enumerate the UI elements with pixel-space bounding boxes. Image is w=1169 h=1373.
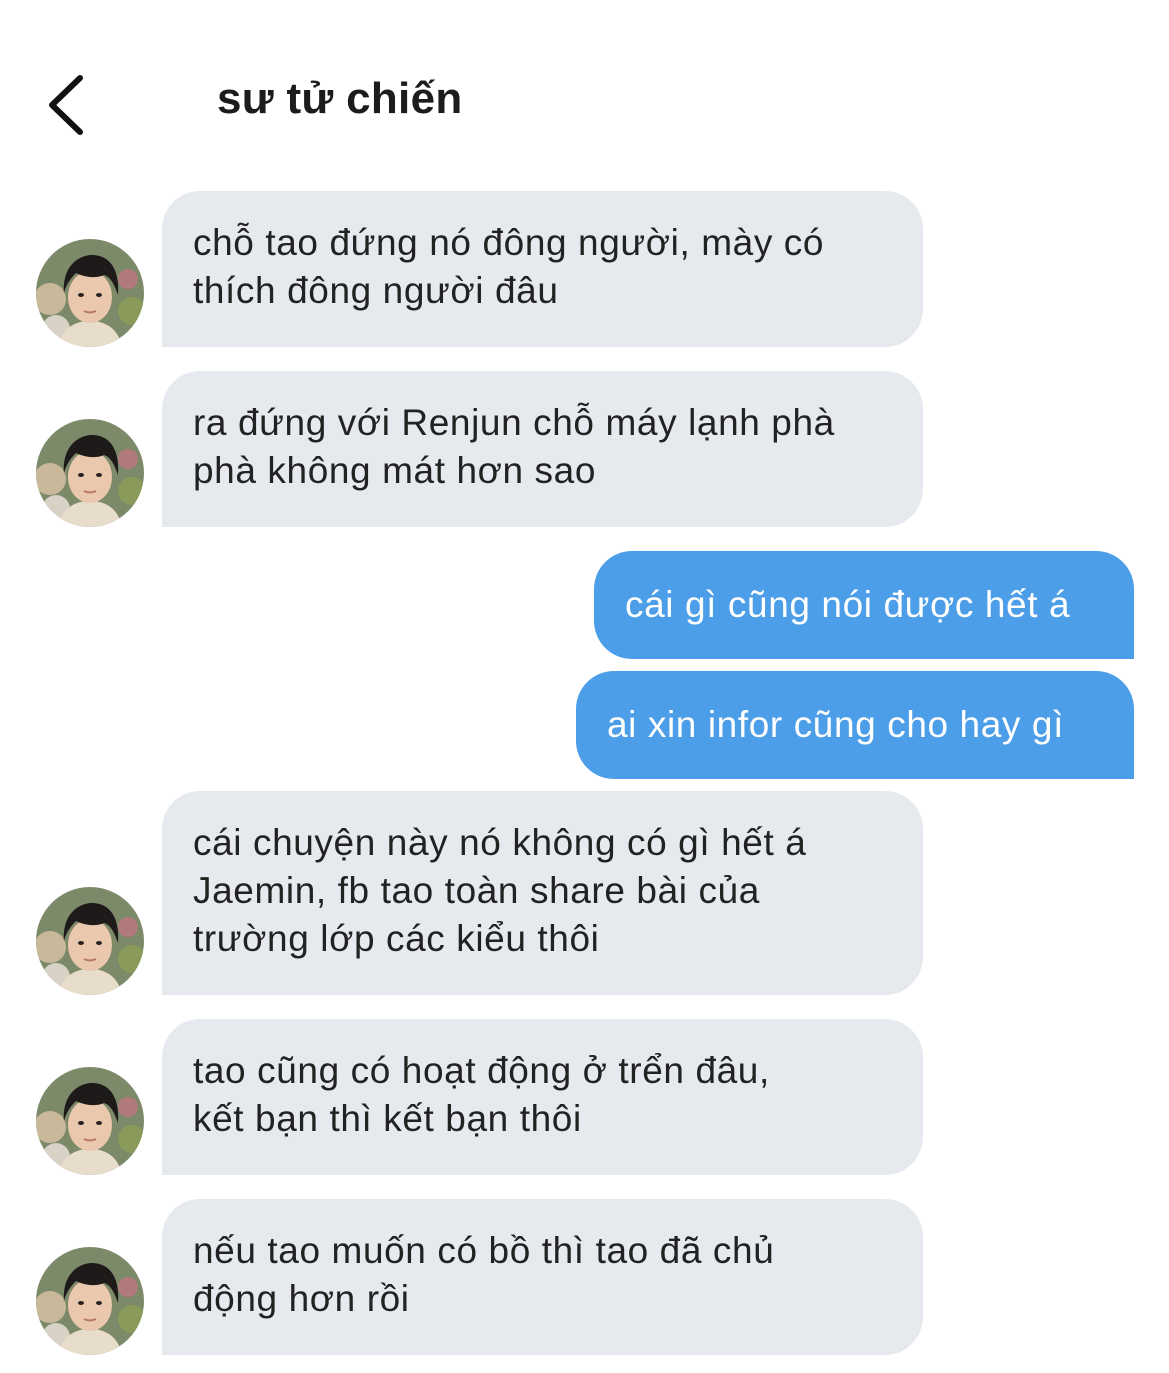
avatar[interactable] bbox=[36, 419, 144, 527]
avatar[interactable] bbox=[36, 239, 144, 347]
avatar[interactable] bbox=[36, 1247, 144, 1355]
avatar[interactable] bbox=[36, 1067, 144, 1175]
message-bubble-incoming[interactable]: ra đứng với Renjun chỗ máy lạnh phà phà … bbox=[162, 371, 923, 527]
chat-title: sư tử chiến bbox=[217, 74, 463, 123]
message-bubble-incoming[interactable]: chỗ tao đứng nó đông người, mày có thích… bbox=[162, 191, 923, 347]
message-bubble-incoming[interactable]: cái chuyện này nó không có gì hết á Jaem… bbox=[162, 791, 923, 995]
message-bubble-outgoing[interactable]: cái gì cũng nói được hết á bbox=[594, 551, 1134, 659]
chat-header: sư tử chiến bbox=[0, 0, 1169, 180]
message-bubble-incoming[interactable]: nếu tao muốn có bồ thì tao đã chủ động h… bbox=[162, 1199, 923, 1355]
message-bubble-outgoing[interactable]: ai xin infor cũng cho hay gì bbox=[576, 671, 1134, 779]
avatar[interactable] bbox=[36, 887, 144, 995]
back-button[interactable] bbox=[40, 70, 100, 140]
chevron-left-icon bbox=[40, 75, 100, 144]
message-bubble-incoming[interactable]: tao cũng có hoạt động ở trển đâu, kết bạ… bbox=[162, 1019, 923, 1175]
